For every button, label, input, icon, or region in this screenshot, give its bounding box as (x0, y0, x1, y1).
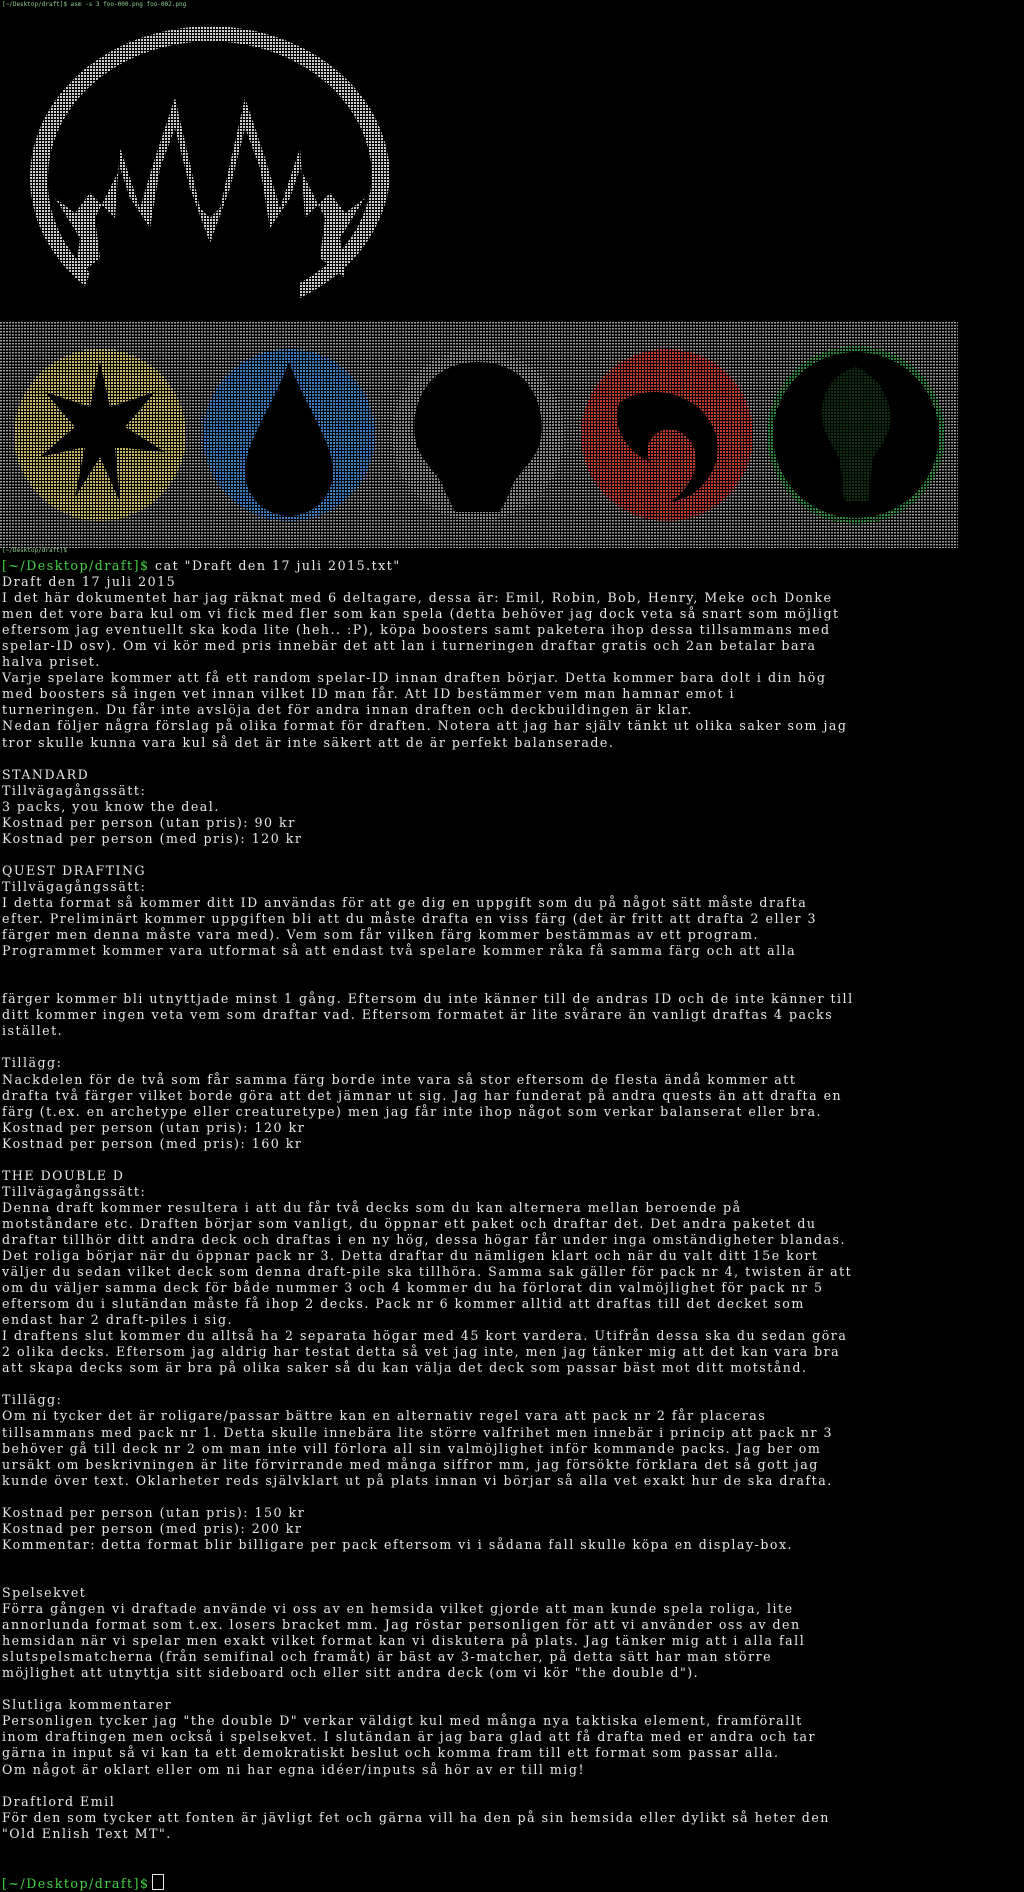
file-line: För den som tycker att fonten är jävligt… (2, 1809, 830, 1825)
file-line: behöver gå till deck nr 2 om man inte vi… (2, 1440, 822, 1456)
file-line: Kostnad per person (med pris): 200 kr (2, 1520, 303, 1536)
file-line: möjlighet att utnyttja sitt sideboard oc… (2, 1665, 700, 1681)
file-line: 3 packs, you know the deal. (2, 798, 220, 814)
file-line: att skapa decks som är bra på olika sake… (2, 1360, 808, 1376)
file-line: ditt kommer ingen veta vem som draftar v… (2, 1007, 834, 1023)
file-line (2, 1152, 1016, 1168)
file-line: väljer du sedan vilket deck som denna dr… (2, 1264, 853, 1280)
planeswalker-logo-icon (30, 26, 390, 298)
file-line: tror skulle kunna vara kul så det är int… (2, 734, 615, 750)
file-line: Kostnad per person (utan pris): 90 kr (2, 814, 296, 830)
file-line: I detta format så kommer ditt ID använda… (2, 894, 808, 910)
file-line: drafta två färger vilket borde göra att … (2, 1087, 843, 1103)
file-line: endast har 2 draft-piles i sig. (2, 1312, 234, 1328)
file-line: THE DOUBLE D (2, 1167, 125, 1183)
file-line: Programmet kommer vara utformat så att e… (2, 943, 797, 959)
file-line: Tillvägagångssätt: (2, 782, 147, 798)
file-line: inom draftingen men också i spelsekvet. … (2, 1729, 817, 1745)
file-line: Om ni tycker det är roligare/passar bätt… (2, 1408, 767, 1424)
file-line: Slutliga kommentarer (2, 1697, 173, 1713)
file-line: Kostnad per person (med pris): 160 kr (2, 1135, 303, 1151)
file-line: Nackdelen för de två som får samma färg … (2, 1071, 797, 1087)
file-line: annorlunda format som t.ex. losers brack… (2, 1617, 801, 1633)
file-line: turneringen. Du får inte avslöja det för… (2, 702, 693, 718)
cat-command: cat "Draft den 17 juli 2015.txt" (149, 558, 401, 573)
file-line: Tillägg: (2, 1055, 63, 1071)
file-line: Kommentar: detta format blir billigare p… (2, 1536, 794, 1552)
file-line: I det här dokumentet har jag räknat med … (2, 590, 833, 606)
file-line: Personligen tycker jag "the double D" ve… (2, 1713, 803, 1729)
file-line: eftersom du i slutändan måste få ihop 2 … (2, 1296, 805, 1312)
file-line: Om något är oklart eller om ni har egna … (2, 1761, 586, 1777)
file-line: draftar tillhör ditt andra deck och draf… (2, 1231, 847, 1247)
file-line: färger men denna måste vara med). Vem so… (2, 927, 759, 943)
file-line: färger kommer bli utnyttjade minst 1 gån… (2, 991, 854, 1007)
file-line (2, 1842, 1016, 1858)
red-mana-icon (581, 349, 753, 521)
black-mana-icon (392, 349, 564, 521)
file-line: istället. (2, 1023, 64, 1039)
file-line (2, 975, 1016, 991)
file-line: slutspelsmatcherna (från semifinal och f… (2, 1649, 773, 1665)
green-mana-icon (767, 346, 945, 524)
file-line: spelar-ID osv). Om vi kör med pris inneb… (2, 638, 817, 654)
file-line: ursäkt om beskrivningen är lite förvirra… (2, 1456, 819, 1472)
file-line (2, 1681, 1016, 1697)
file-line (2, 751, 1016, 767)
file-line: gärna in input så vi kan ta ett demokrat… (2, 1745, 780, 1761)
blue-mana-icon (203, 349, 375, 521)
file-line: färg (t.ex. en archetype eller creaturet… (2, 1103, 822, 1119)
previous-command-line: [~/Desktop/draft]$ asm -s 3 foo-000.png … (2, 1, 187, 8)
cursor-icon[interactable] (151, 1873, 164, 1890)
file-line: Varje spelare kommer att få ett random s… (2, 670, 827, 686)
file-line: Förra gången vi draftade använde vi oss … (2, 1601, 794, 1617)
file-line: QUEST DRAFTING (2, 862, 147, 878)
white-mana-icon (14, 349, 186, 521)
file-line (2, 847, 1016, 863)
file-line: Kostnad per person (utan pris): 120 kr (2, 1119, 306, 1135)
file-line: I draftens slut kommer du alltså ha 2 se… (2, 1328, 848, 1344)
file-line (2, 1376, 1016, 1392)
file-line: Tillägg: (2, 1392, 63, 1408)
file-line (2, 1778, 1016, 1794)
file-line: Det roliga börjar när du öppnar pack nr … (2, 1248, 819, 1264)
file-line: med boosters så ingen vet innan vilket I… (2, 686, 735, 702)
prompt: [~/Desktop/draft]$ (2, 558, 150, 573)
file-line: Draft den 17 juli 2015 (2, 574, 177, 590)
file-line (2, 1553, 1016, 1569)
file-line (2, 1858, 1016, 1874)
final-command-line[interactable]: [~/Desktop/draft]$ (2, 1873, 1016, 1892)
file-line: Denna draft kommer resultera i att du få… (2, 1199, 742, 1215)
file-line: tillsammans med pack nr 1. Detta skulle … (2, 1424, 834, 1440)
file-line: Draftlord Emil (2, 1793, 116, 1809)
file-line: efter. Preliminärt kommer uppgiften bli … (2, 911, 818, 927)
file-line: 2 olika decks. Eftersom jag aldrig har t… (2, 1344, 841, 1360)
file-contents: Draft den 17 juli 2015 I det här dokument… (2, 574, 1016, 1874)
file-line: STANDARD (2, 766, 90, 782)
final-prompt: [~/Desktop/draft]$ (2, 1875, 150, 1891)
small-prompt: [~/Desktop/draft]$ (2, 547, 68, 554)
file-line: hemsidan när vi spelar men exakt vilket … (2, 1633, 806, 1649)
file-line: halva priset. (2, 654, 101, 670)
file-line (2, 1569, 1016, 1585)
file-line: men det vore bara kul om vi fick med fle… (2, 606, 840, 622)
file-line: "Old Enlish Text MT". (2, 1825, 172, 1841)
mana-symbols-banner (0, 322, 958, 548)
file-line: eftersom jag eventuellt ska koda lite (h… (2, 622, 831, 638)
file-line: Kostnad per person (utan pris): 150 kr (2, 1504, 306, 1520)
file-line (2, 1039, 1016, 1055)
file-line: Kostnad per person (med pris): 120 kr (2, 830, 303, 846)
file-line: Nedan följer några förslag på olika form… (2, 718, 848, 734)
file-line: motståndare etc. Draften börjar som vanl… (2, 1215, 817, 1231)
file-line: Spelsekvet (2, 1585, 87, 1600)
file-line: om du väljer samma deck för både nummer … (2, 1280, 824, 1296)
file-line (2, 959, 1016, 975)
file-line (2, 1489, 1016, 1505)
command-line: [~/Desktop/draft]$ cat "Draft den 17 jul… (2, 558, 1016, 574)
file-line: Tillvägagångssätt: (2, 878, 147, 894)
terminal-output: [~/Desktop/draft]$ cat "Draft den 17 jul… (2, 558, 1016, 1892)
file-line: kunde över text. Oklarheter reds självkl… (2, 1472, 833, 1488)
file-line: Tillvägagångssätt: (2, 1183, 147, 1199)
